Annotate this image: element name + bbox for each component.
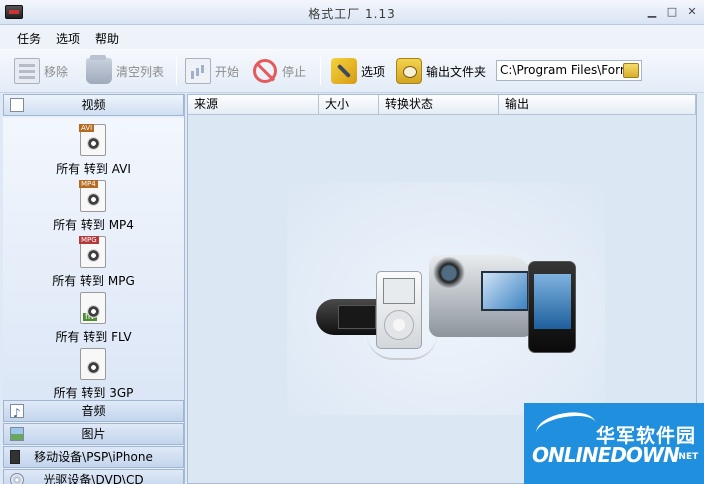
- 3gp-phone-icon: [80, 348, 106, 380]
- category-disc-label: 光驱设备\DVD\CD: [43, 473, 144, 484]
- flv-tag: flv: [83, 312, 97, 321]
- format-item-mpg[interactable]: MPG 所有 转到 MPG: [3, 236, 184, 292]
- category-picture-label: 图片: [81, 427, 106, 441]
- start-label: 开始: [215, 64, 240, 79]
- category-audio-label: 音频: [81, 404, 106, 418]
- remove-label: 移除: [44, 64, 69, 79]
- camcorder-screen: [481, 271, 529, 311]
- stop-icon: [253, 59, 277, 83]
- menu-help[interactable]: 帮助: [95, 30, 119, 47]
- format-item-avi[interactable]: AVI 所有 转到 AVI: [3, 124, 184, 180]
- video-category-icon: [10, 98, 24, 112]
- category-mobile-label: 移动设备\PSP\iPhone: [34, 450, 153, 464]
- watermark-net: .NET: [675, 452, 699, 462]
- output-path-text: C:\Program Files\Form.: [500, 63, 636, 77]
- trash-icon: [86, 55, 112, 84]
- disc-icon: [10, 473, 24, 484]
- avi-file-icon: AVI: [79, 124, 106, 156]
- iphone-illustration: [528, 261, 576, 353]
- remove-button[interactable]: 移除: [14, 57, 68, 85]
- watermark-en: ONLINEDOWN: [532, 443, 680, 467]
- column-status[interactable]: 转换状态: [379, 95, 499, 115]
- ipod-screen: [383, 278, 415, 304]
- options-button[interactable]: 选项: [331, 57, 385, 85]
- toolbar-separator: [176, 57, 177, 85]
- menu-options[interactable]: 选项: [56, 30, 80, 47]
- window-title: 格式工厂 1.13: [308, 7, 396, 21]
- avi-tag: AVI: [79, 124, 95, 132]
- stop-label: 停止: [282, 64, 307, 79]
- column-output[interactable]: 输出: [499, 95, 696, 115]
- output-folder-label: 输出文件夹: [426, 64, 487, 79]
- clear-list-label: 清空列表: [116, 64, 165, 79]
- format-item-flv[interactable]: flv 所有 转到 FLV: [3, 292, 184, 348]
- minimize-button[interactable]: ▁: [646, 6, 658, 18]
- format-label-flv: 所有 转到 FLV: [55, 330, 132, 344]
- clear-list-button[interactable]: 清空列表: [86, 55, 165, 85]
- watermark-swoosh: [533, 408, 599, 448]
- maximize-button[interactable]: □: [666, 6, 678, 18]
- format-label-mpg: 所有 转到 MPG: [52, 274, 135, 288]
- format-label-mp4: 所有 转到 MP4: [53, 218, 134, 232]
- camcorder-illustration: [429, 255, 533, 337]
- format-sidebar: 视频 AVI 所有 转到 AVI MP4 所有 转到 MP4 MPG 所有 转到…: [3, 94, 185, 484]
- start-icon: [185, 58, 211, 84]
- menu-task[interactable]: 任务: [17, 30, 41, 47]
- flv-file-icon: flv: [80, 292, 106, 324]
- options-label: 选项: [361, 64, 386, 79]
- iphone-screen: [534, 274, 571, 329]
- format-label-avi: 所有 转到 AVI: [56, 162, 131, 176]
- camcorder-lens: [433, 257, 465, 289]
- picture-icon: [10, 427, 24, 441]
- devices-illustration: [287, 182, 605, 415]
- browse-folder-icon[interactable]: [623, 63, 639, 78]
- category-disc[interactable]: 光驱设备\DVD\CD: [3, 469, 184, 484]
- format-item-mp4[interactable]: MP4 所有 转到 MP4: [3, 180, 184, 236]
- video-format-list: AVI 所有 转到 AVI MP4 所有 转到 MP4 MPG 所有 转到 MP…: [3, 118, 184, 400]
- mp4-file-icon: MP4: [79, 180, 106, 212]
- music-note-icon: [10, 403, 24, 423]
- column-size[interactable]: 大小: [319, 95, 379, 115]
- menu-bar: 任务 选项 帮助: [0, 25, 704, 49]
- ipod-illustration: [376, 271, 422, 349]
- watermark-logo: 华军软件园 ONLINEDOWN .NET: [524, 403, 704, 484]
- column-source[interactable]: 来源: [188, 95, 319, 115]
- category-audio[interactable]: 音频: [3, 400, 184, 423]
- toolbar: 移除 清空列表 开始 停止 选项 输出文件夹 C:\Program Files\…: [0, 49, 704, 93]
- close-button[interactable]: ✕: [686, 6, 698, 18]
- category-mobile[interactable]: 移动设备\PSP\iPhone: [3, 446, 184, 468]
- output-path-field[interactable]: C:\Program Files\Form.: [496, 60, 642, 81]
- format-item-3gp[interactable]: 所有 转到 3GP: [3, 348, 184, 404]
- output-folder-button[interactable]: 输出文件夹: [396, 57, 486, 85]
- wrench-icon: [331, 58, 357, 84]
- ipod-wheel: [384, 310, 414, 340]
- category-video-label: 视频: [81, 98, 106, 112]
- title-bar: 格式工厂 1.13 ▁ □ ✕: [0, 0, 704, 25]
- toolbar-separator: [320, 57, 321, 85]
- mp4-tag: MP4: [79, 180, 98, 188]
- remove-icon: [14, 58, 40, 84]
- category-picture[interactable]: 图片: [3, 423, 184, 445]
- output-folder-icon: [396, 58, 422, 84]
- category-video[interactable]: 视频: [3, 94, 184, 116]
- start-button[interactable]: 开始: [185, 57, 239, 85]
- mobile-device-icon: [10, 450, 20, 464]
- mpg-tag: MPG: [79, 236, 99, 244]
- format-label-3gp: 所有 转到 3GP: [53, 386, 134, 400]
- mpg-file-icon: MPG: [79, 236, 106, 268]
- stop-button[interactable]: 停止: [252, 57, 306, 85]
